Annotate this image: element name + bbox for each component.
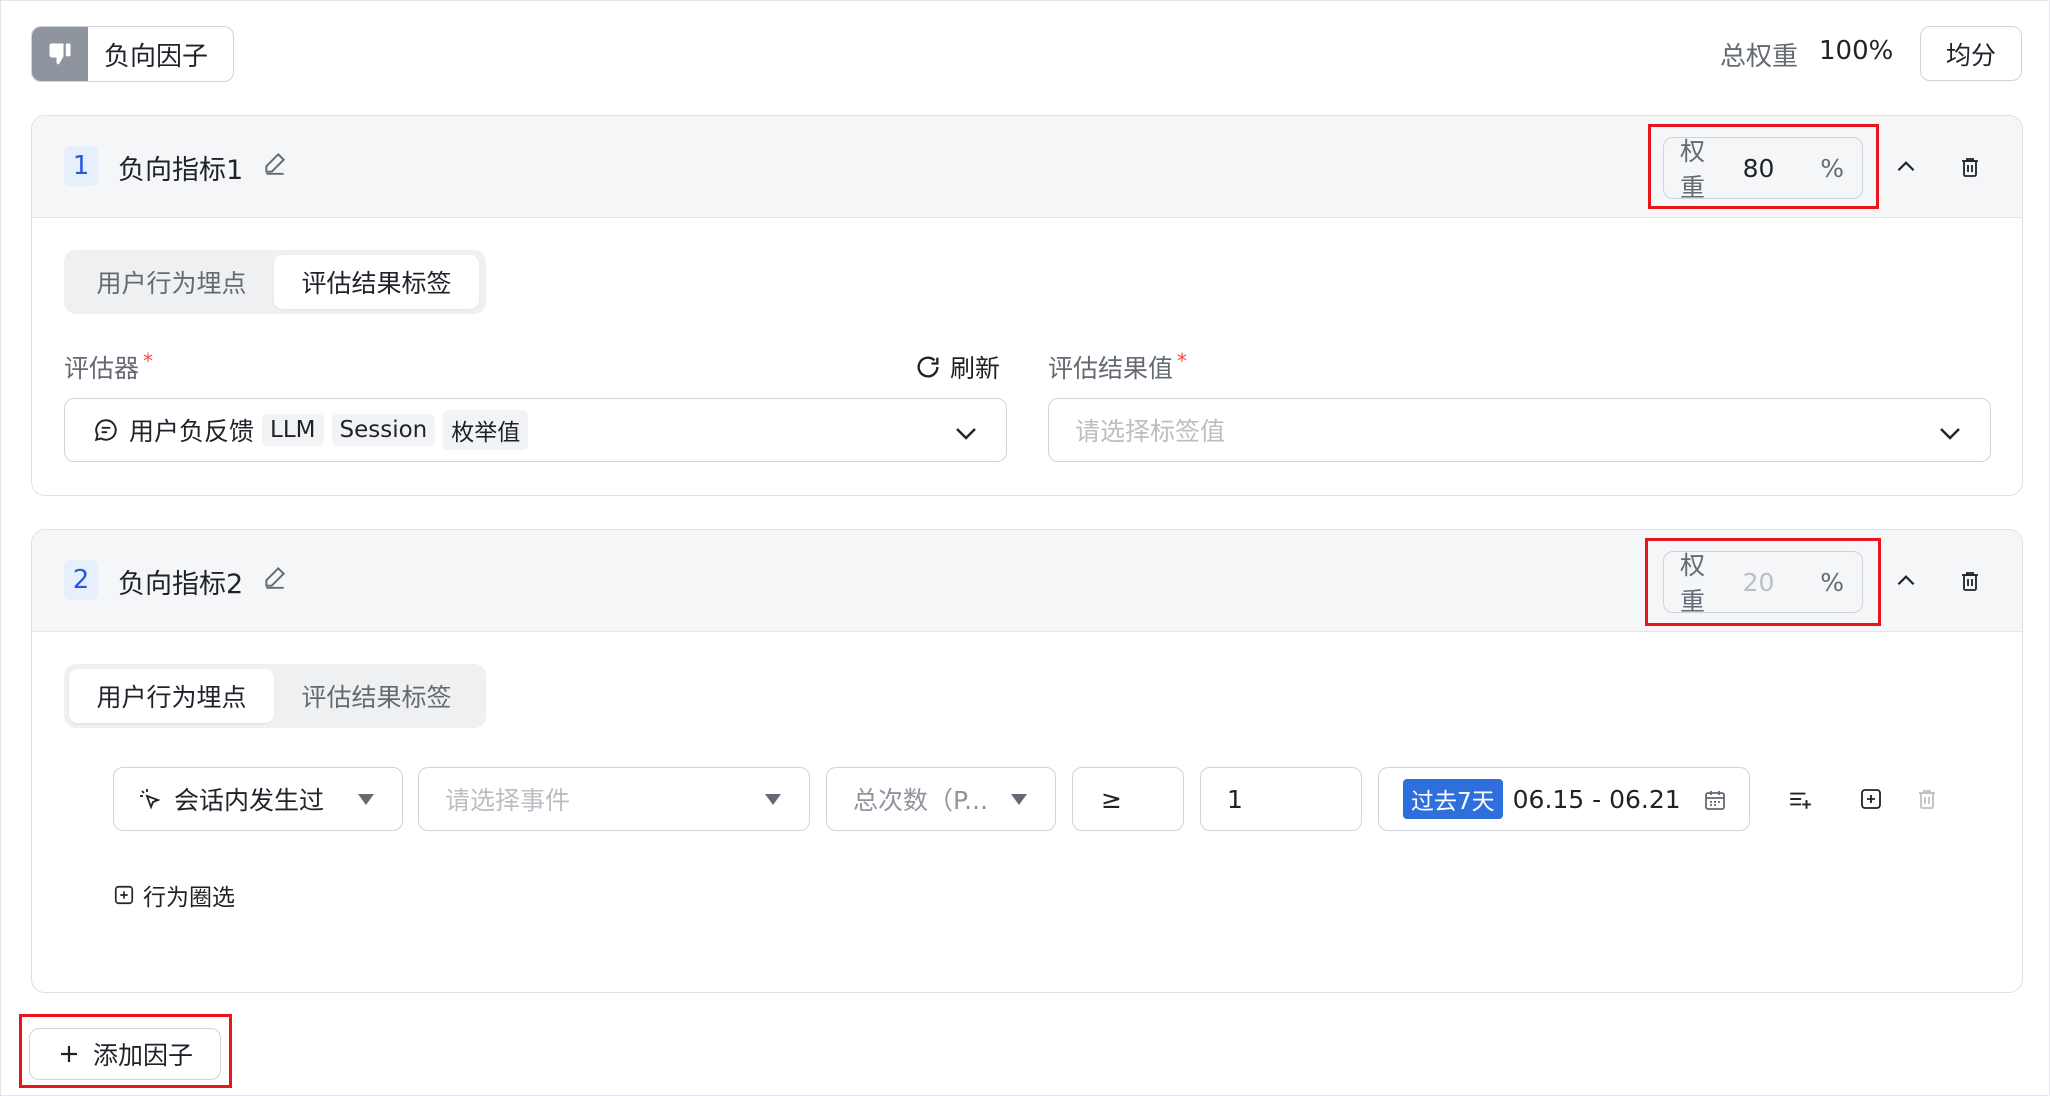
even-split-button[interactable]: 均分: [1920, 26, 2022, 81]
tab-user-behavior[interactable]: 用户行为埋点: [69, 669, 274, 723]
calendar-icon: [1703, 788, 1727, 818]
date-range-picker[interactable]: 过去7天 06.15 - 06.21: [1378, 767, 1750, 831]
edit-pencil-icon[interactable]: [262, 564, 288, 594]
highlight-box-weight-2: [1645, 538, 1881, 626]
caret-down-icon: [358, 794, 374, 805]
event-select[interactable]: 请选择事件: [418, 767, 810, 831]
evaluator-tag-session: Session: [331, 414, 436, 446]
cursor-click-icon: [140, 789, 161, 810]
caret-down-icon: [765, 794, 781, 805]
add-condition-icon[interactable]: [1854, 782, 1888, 816]
thumbs-down-icon: [32, 27, 88, 81]
date-range-value: 06.15 - 06.21: [1512, 784, 1681, 814]
aggregate-value: 总次数（P...: [853, 786, 989, 815]
comment-icon: [94, 419, 117, 442]
delete-trash-icon[interactable]: [1953, 150, 1987, 184]
operator-select[interactable]: ≥: [1072, 767, 1184, 831]
plus-square-icon: [114, 885, 134, 905]
evaluator-select[interactable]: 用户负反馈 LLM Session 枚举值: [64, 398, 1007, 462]
metric-name: 负向指标1: [118, 155, 244, 186]
metric-index: 2: [64, 560, 98, 600]
refresh-button[interactable]: 刷新: [914, 349, 1000, 385]
collapse-chevron-up-icon[interactable]: [1889, 150, 1923, 184]
evaluator-tag-enum: 枚举值: [443, 410, 529, 450]
factor-type-pill[interactable]: 负向因子: [31, 26, 234, 82]
caret-down-icon: [1011, 794, 1027, 805]
highlight-box-weight-1: [1648, 124, 1879, 209]
date-preset-badge[interactable]: 过去7天: [1403, 779, 1503, 819]
occurrence-value: 会话内发生过: [174, 786, 325, 815]
refresh-icon: [917, 356, 939, 378]
edit-pencil-icon[interactable]: [262, 150, 288, 180]
aggregate-select[interactable]: 总次数（P...: [826, 767, 1056, 831]
behavior-filter-button[interactable]: 行为圈选: [113, 878, 235, 912]
evaluator-label: 评估器 *: [64, 349, 154, 383]
result-value-label: 评估结果值 *: [1048, 349, 1188, 383]
tab-user-behavior[interactable]: 用户行为埋点: [69, 255, 274, 309]
highlight-box-add-factor: [19, 1014, 232, 1088]
total-weight-value: 100%: [1819, 36, 1894, 66]
delete-condition-trash-icon[interactable]: [1910, 782, 1944, 816]
evaluator-tag-llm: LLM: [262, 414, 324, 446]
event-placeholder: 请选择事件: [445, 786, 571, 815]
threshold-input[interactable]: 1: [1200, 767, 1362, 831]
tab-eval-result[interactable]: 评估结果标签: [274, 255, 479, 309]
tab-eval-result[interactable]: 评估结果标签: [274, 669, 479, 723]
filter-add-icon[interactable]: [1783, 782, 1817, 816]
source-tabs: 用户行为埋点 评估结果标签: [64, 664, 486, 728]
source-tabs: 用户行为埋点 评估结果标签: [64, 250, 486, 314]
chevron-down-icon: [1938, 421, 1962, 450]
occurrence-select[interactable]: 会话内发生过: [113, 767, 403, 831]
metric-index: 1: [64, 146, 98, 186]
result-value-select[interactable]: 请选择标签值: [1048, 398, 1991, 462]
collapse-chevron-up-icon[interactable]: [1889, 564, 1923, 598]
delete-trash-icon[interactable]: [1953, 564, 1987, 598]
total-weight-label: 总权重: [1720, 42, 1799, 72]
metric-name: 负向指标2: [118, 569, 244, 600]
result-value-placeholder: 请选择标签值: [1075, 417, 1226, 446]
factor-type-label: 负向因子: [104, 41, 209, 72]
operator-value: ≥: [1101, 784, 1122, 814]
threshold-value: 1: [1227, 784, 1243, 814]
evaluator-value: 用户负反馈: [129, 417, 255, 446]
chevron-down-icon: [954, 421, 978, 450]
